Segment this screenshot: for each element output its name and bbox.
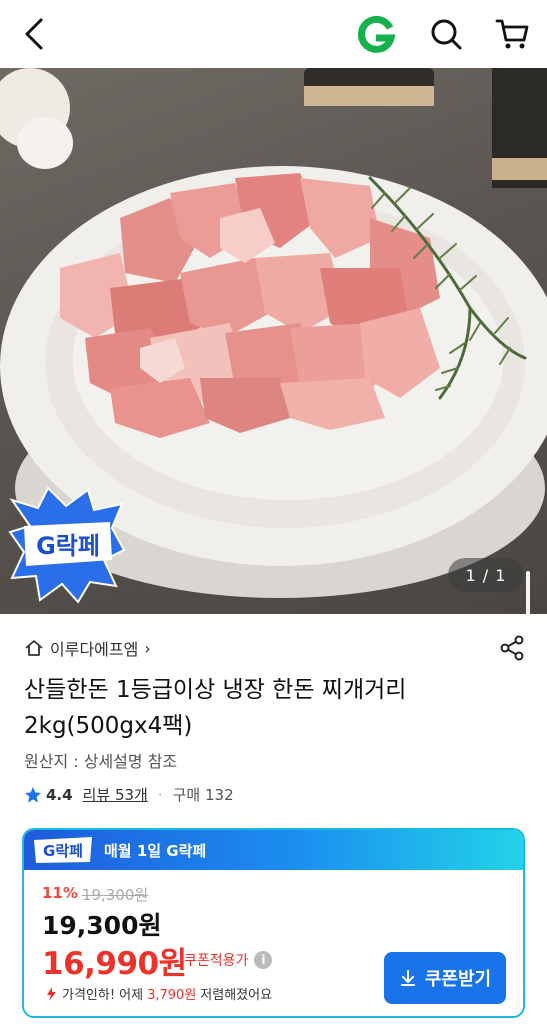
drop-amount: 3,790원 [147,988,197,1003]
rating-value: 4.4 [46,785,73,804]
product-stats: 4.4 리뷰 53개 · 구매 132 [24,784,234,805]
origin-info: 원산지 : 상세설명 참조 [24,752,178,771]
g-rakpe-badge: G락페 [8,486,126,608]
star-icon [25,786,41,802]
purchase-count: 구매 132 [172,786,234,804]
get-coupon-label: 쿠폰받기 [424,969,492,989]
cart-button[interactable] [490,12,534,56]
g-rakpe-mini-badge: G락페 [34,837,92,863]
share-icon [500,635,524,661]
scroll-indicator [526,571,530,614]
drop-suffix: 저렴해졌어요 [200,988,273,1003]
chevron-left-icon [25,18,43,50]
chevron-right-icon: › [144,638,151,658]
back-button[interactable] [14,12,54,56]
gmarket-g-icon [357,15,396,53]
product-title: 산들한돈 1등급이상 냉장 한돈 찌개거리 2kg(500gx4팩) [24,677,407,739]
coupon-label-text: 쿠폰적용가 [184,953,249,969]
image-counter: 1 / 1 [448,558,524,592]
product-image-gallery[interactable]: G락페 1 / 1 [0,68,547,614]
coupon-price-label: 쿠폰적용가 i [184,950,273,970]
home-icon [25,640,43,656]
discount-rate: 11% [42,884,78,902]
download-icon [400,970,415,986]
seller-link[interactable]: 이루다에프엠 › [24,636,151,660]
sale-price: 19,300원 [42,911,162,940]
price-drop-notice: 가격인하! 어제 3,790원 저렴해졌어요 [44,984,272,1003]
search-button[interactable] [424,12,468,56]
coupon-price: 16,990원 [42,946,187,982]
original-price: 19,300원 [81,886,149,904]
g-rakpe-badge-icon: G락페 [8,486,126,604]
get-coupon-button[interactable]: 쿠폰받기 [384,952,506,1004]
review-link[interactable]: 리뷰 53개 [83,784,148,805]
promo-header: G락페 매월 1일 G락페 [24,830,523,870]
gmarket-logo[interactable] [356,14,396,54]
info-icon[interactable]: i [254,951,273,969]
mini-badge-text: G락페 [43,842,83,860]
search-icon [431,19,462,50]
stats-separator: · [157,785,163,804]
cart-icon [495,19,529,49]
promo-body: 11% 19,300원 19,300원 16,990원 쿠폰적용가 i 가격인하… [24,870,523,1016]
top-app-bar [0,0,547,68]
badge-text: G락페 [36,532,100,560]
share-button[interactable] [496,632,528,664]
promo-price-card: G락페 매월 1일 G락페 11% 19,300원 19,300원 16,990… [22,828,525,1018]
discount-line: 11% 19,300원 [42,884,148,905]
seller-name: 이루다에프엠 [50,640,139,659]
promo-header-text: 매월 1일 G락페 [104,841,207,860]
arrow-down-icon [47,986,56,1001]
drop-prefix: 가격인하! 어제 [62,988,144,1003]
